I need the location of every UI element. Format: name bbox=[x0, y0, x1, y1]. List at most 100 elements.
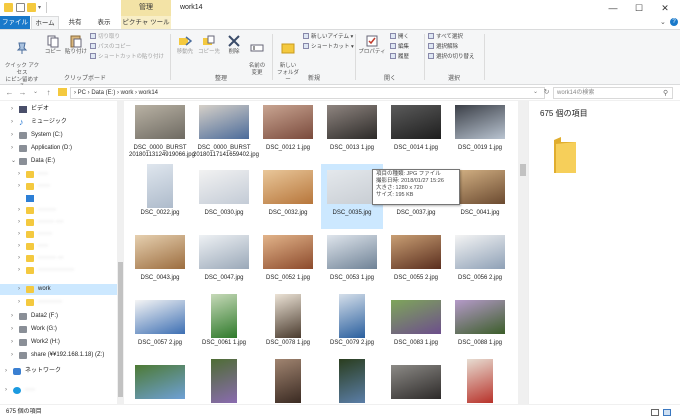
sidebar-item[interactable]: › ····· bbox=[0, 241, 117, 252]
chevron-right-icon[interactable]: › bbox=[11, 337, 17, 348]
chevron-right-icon[interactable]: › bbox=[18, 253, 24, 264]
file-tile[interactable]: DSC_0088 1.jpg bbox=[449, 294, 511, 359]
chevron-right-icon[interactable]: › bbox=[11, 104, 17, 115]
file-tile[interactable]: DSC_0078 1.jpg bbox=[257, 294, 319, 359]
sidebar-item[interactable]: › work bbox=[0, 284, 117, 295]
delete-button[interactable]: 削除 bbox=[224, 34, 244, 56]
copy-to-button[interactable]: コピー先 bbox=[198, 34, 220, 56]
chevron-right-icon[interactable]: › bbox=[18, 169, 24, 180]
properties-button[interactable]: プロパティ bbox=[358, 34, 386, 56]
sidebar-item[interactable]: › ········ ···· bbox=[0, 217, 117, 228]
file-tile[interactable]: DSC_0022.jpg bbox=[129, 164, 191, 229]
sidebar-item[interactable]: › ····· bbox=[0, 385, 117, 396]
ribbon-collapse-icon[interactable]: ⌄ bbox=[660, 18, 666, 26]
large-icons-view-icon[interactable] bbox=[663, 409, 671, 416]
cut-button[interactable]: 切り取り bbox=[90, 33, 120, 42]
navigation-scrollbar-thumb[interactable] bbox=[118, 262, 123, 397]
move-to-button[interactable]: 移動先 bbox=[174, 34, 196, 56]
file-tile[interactable]: DSC_0000_BURST 20180113124919066.jpg bbox=[129, 101, 195, 164]
chevron-right-icon[interactable]: › bbox=[11, 311, 17, 322]
file-tile[interactable]: DSC_0055 2.jpg bbox=[385, 229, 447, 294]
chevron-right-icon[interactable]: › bbox=[18, 297, 24, 308]
file-tile[interactable]: DSC_0019 1.jpg bbox=[449, 101, 511, 164]
chevron-right-icon[interactable]: › bbox=[18, 284, 24, 295]
chevron-right-icon[interactable]: › bbox=[11, 143, 17, 154]
new-item-button[interactable]: 新しいアイテム ▾ bbox=[303, 33, 353, 42]
minimize-button[interactable]: — bbox=[600, 0, 626, 16]
pin-quick-access-button[interactable]: クイック アクセス にピン留めする bbox=[3, 34, 41, 91]
file-tile[interactable]: DSC_0083 1.jpg bbox=[385, 294, 447, 359]
file-tile[interactable]: DSC_0013 1.jpg bbox=[321, 101, 383, 164]
address-bar[interactable]: › PC › Data (E:) › work › work14 bbox=[70, 87, 545, 99]
file-tile[interactable]: DSC_0056 2.jpg bbox=[449, 229, 511, 294]
file-tile[interactable]: DSC_0115 2.jpg bbox=[193, 359, 255, 404]
close-button[interactable]: ✕ bbox=[652, 0, 678, 16]
file-tile[interactable]: DSC_0057 2.jpg bbox=[129, 294, 191, 359]
sidebar-item[interactable]: › Work2 (H:) bbox=[0, 337, 117, 348]
chevron-right-icon[interactable]: › bbox=[11, 117, 17, 128]
chevron-right-icon[interactable]: › bbox=[18, 205, 24, 216]
chevron-right-icon[interactable]: › bbox=[5, 366, 11, 377]
sidebar-item[interactable]: › Work (G:) bbox=[0, 324, 117, 335]
select-all-button[interactable]: すべて選択 bbox=[428, 33, 463, 42]
refresh-icon[interactable]: ↻ bbox=[541, 87, 552, 98]
file-tile[interactable]: DSC_0053 1.jpg bbox=[321, 229, 383, 294]
forward-arrow-icon[interactable]: → bbox=[17, 87, 28, 98]
select-none-button[interactable]: 選択解除 bbox=[428, 43, 458, 52]
file-tile[interactable]: DSC_0043.jpg bbox=[129, 229, 191, 294]
file-tile[interactable]: DSC_0032.jpg bbox=[257, 164, 319, 229]
chevron-right-icon[interactable]: › bbox=[11, 130, 17, 141]
sidebar-item[interactable]: › ♪ ミュージック bbox=[0, 117, 117, 128]
sidebar-item[interactable]: › ········· bbox=[0, 205, 117, 216]
details-view-icon[interactable] bbox=[651, 409, 659, 416]
back-arrow-icon[interactable]: ← bbox=[4, 87, 15, 98]
sidebar-item[interactable]: › ビデオ bbox=[0, 104, 117, 115]
file-tile[interactable]: DSC_0047.jpg bbox=[193, 229, 255, 294]
sidebar-item[interactable]: › ネットワーク bbox=[0, 366, 117, 377]
file-tile[interactable]: DSC_0000_BURST 20180117141659402.jpg bbox=[193, 101, 259, 164]
sidebar-item[interactable]: › ············ bbox=[0, 297, 117, 308]
history-button[interactable]: 履歴 bbox=[390, 53, 409, 62]
sidebar-item[interactable]: › ······ bbox=[0, 181, 117, 192]
sidebar-item[interactable]: › Application (D:) bbox=[0, 143, 117, 154]
file-tile[interactable]: DSC_0128 1.jpg bbox=[321, 359, 383, 404]
file-tile[interactable]: DSC_0014 1.jpg bbox=[385, 101, 447, 164]
sidebar-item[interactable]: › ········· ··· bbox=[0, 253, 117, 264]
chevron-right-icon[interactable]: › bbox=[11, 324, 17, 335]
file-list-scrollbar[interactable] bbox=[518, 101, 528, 404]
open-button[interactable]: 開く bbox=[390, 33, 409, 42]
chevron-right-icon[interactable]: › bbox=[18, 241, 24, 252]
sidebar-item[interactable] bbox=[0, 193, 117, 204]
sidebar-item[interactable]: › System (C:) bbox=[0, 130, 117, 141]
sidebar-item[interactable]: › share (¥¥192.168.1.18) (Z:) bbox=[0, 350, 117, 361]
rename-button[interactable]: 名前の 変更 bbox=[246, 34, 268, 77]
chevron-right-icon[interactable]: › bbox=[18, 229, 24, 240]
file-tile[interactable]: DSC_0052 1.jpg bbox=[257, 229, 319, 294]
chevron-right-icon[interactable]: › bbox=[18, 217, 24, 228]
properties-icon[interactable] bbox=[16, 3, 25, 12]
sidebar-item[interactable]: › Data2 (F:) bbox=[0, 311, 117, 322]
chevron-down-icon[interactable]: ⌄ bbox=[11, 156, 17, 167]
copy-button[interactable]: コピー bbox=[44, 34, 62, 56]
tab-file[interactable]: ファイル bbox=[0, 16, 30, 29]
file-tile[interactable]: DSC_0098 1.jpg bbox=[129, 359, 191, 404]
file-tile[interactable]: DSC_0135 1.jpg bbox=[449, 359, 511, 404]
tab-picture-tools[interactable]: ピクチャ ツール bbox=[121, 16, 171, 29]
maximize-button[interactable]: ☐ bbox=[626, 0, 652, 16]
file-tile[interactable]: DSC_0030.jpg bbox=[193, 164, 255, 229]
chevron-right-icon[interactable]: › bbox=[11, 350, 17, 361]
tab-home[interactable]: ホーム bbox=[31, 16, 59, 29]
chevron-right-icon[interactable]: › bbox=[18, 265, 24, 276]
sidebar-item[interactable]: ⌄ Data (E:) bbox=[0, 156, 117, 167]
new-folder-icon[interactable] bbox=[27, 3, 36, 12]
file-tile[interactable]: DSC_0127 1.jpg bbox=[257, 359, 319, 404]
file-list-scrollbar-thumb[interactable] bbox=[520, 164, 526, 176]
sidebar-item[interactable]: › ····· bbox=[0, 169, 117, 180]
file-tile[interactable]: DSC_0134 1.jpg bbox=[385, 359, 447, 404]
sidebar-item[interactable]: › ·················· bbox=[0, 265, 117, 276]
invert-selection-button[interactable]: 選択の切り替え bbox=[428, 53, 475, 62]
qat-dropdown-icon[interactable]: ▾ bbox=[38, 4, 41, 11]
file-tile[interactable]: DSC_0061 1.jpg bbox=[193, 294, 255, 359]
tab-view[interactable]: 表示 bbox=[90, 16, 118, 29]
up-arrow-icon[interactable]: ↑ bbox=[43, 87, 54, 98]
